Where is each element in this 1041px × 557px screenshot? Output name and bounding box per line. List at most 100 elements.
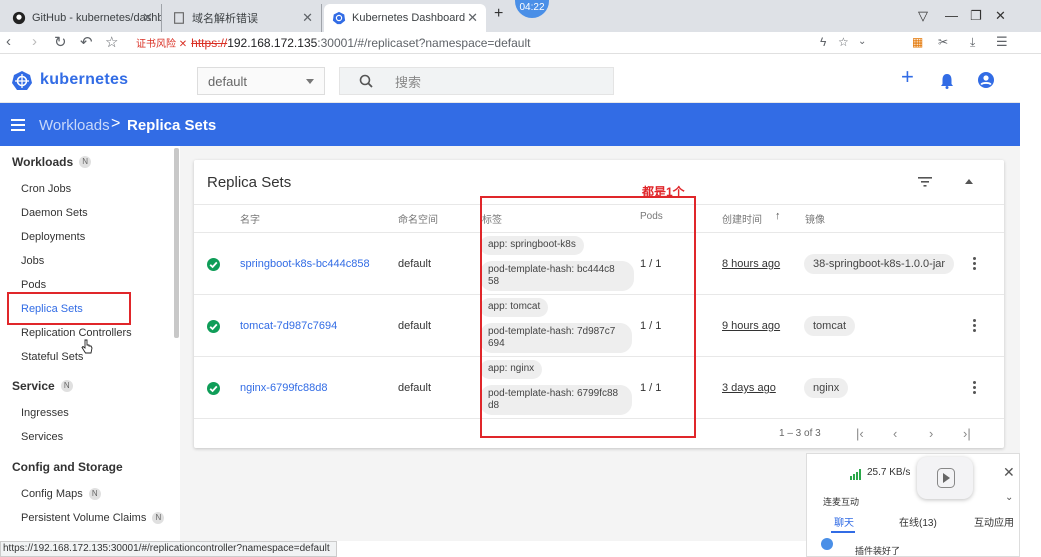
sidebar-section-workloads[interactable]: Workloads N [12, 155, 92, 169]
search-placeholder: 搜索 [395, 74, 422, 90]
forward-icon[interactable]: › [32, 33, 37, 50]
account-icon[interactable] [978, 72, 994, 88]
column-header-name[interactable]: 名字 [240, 211, 260, 226]
close-icon[interactable]: ✕ [1003, 464, 1015, 481]
sidebar-section-config-storage[interactable]: Config and Storage [12, 460, 123, 474]
cert-warning[interactable]: 证书风险 ✕ [136, 35, 187, 50]
download-icon[interactable]: ⤓ [970, 35, 975, 50]
menu-icon[interactable]: ☰ [996, 34, 1008, 50]
namespace-select[interactable]: default [197, 67, 325, 95]
sidebar-item-config-maps[interactable]: Config Maps N [21, 488, 101, 500]
add-icon[interactable]: + [901, 66, 914, 88]
sidebar-item-services[interactable]: Services [21, 431, 63, 443]
network-speed: 25.7 KB/s [867, 467, 911, 478]
restore-icon[interactable]: ❐ [970, 8, 982, 24]
close-icon[interactable]: ✕ [467, 10, 478, 26]
bookmark-star-icon[interactable]: ☆ [838, 35, 849, 49]
replicaset-name-link[interactable]: springboot-k8s-bc444c858 [240, 258, 370, 270]
status-ok-icon [207, 382, 220, 395]
created-time: 3 days ago [722, 382, 776, 394]
replicaset-namespace: default [398, 320, 432, 332]
breadcrumb-workloads[interactable]: Workloads [39, 117, 110, 134]
tab-online[interactable]: 在线(13) [899, 514, 937, 529]
more-actions-icon[interactable] [973, 257, 977, 272]
sidebar-item-pods[interactable]: Pods [21, 279, 46, 291]
browser-tab-dns[interactable]: 域名解析错误 ✕ [164, 4, 322, 32]
replicaset-name-link[interactable]: nginx-6799fc88d8 [240, 382, 327, 394]
first-page-icon[interactable]: |‹ [856, 426, 864, 441]
lightning-icon[interactable]: ϟ [820, 35, 826, 49]
browser-tab-dashboard[interactable]: Kubernetes Dashboard ✕ [324, 4, 486, 32]
new-badge: N [60, 380, 73, 392]
column-header-images[interactable]: 镜像 [805, 211, 825, 226]
url-input[interactable]: 证书风险 ✕ https:// 192.168.172.135 :30001/#… [136, 32, 876, 53]
extension-icon[interactable]: ▦ [912, 35, 923, 49]
bell-icon[interactable] [940, 73, 954, 89]
sidebar-section-service[interactable]: Service N [12, 379, 73, 393]
sort-arrow-icon[interactable]: ↑ [775, 210, 781, 222]
pagination-range: 1 – 3 of 3 [779, 428, 821, 439]
sidebar-scrollbar[interactable] [174, 148, 179, 338]
sidebar-item-jobs[interactable]: Jobs [21, 255, 44, 267]
close-icon[interactable]: ✕ [302, 10, 313, 26]
tab-apps[interactable]: 互动应用 [974, 514, 1014, 529]
scissors-icon[interactable]: ✂ [938, 35, 948, 49]
sidebar-item-pvc[interactable]: Persistent Volume Claims N [21, 512, 165, 524]
github-icon [12, 11, 26, 25]
replica-sets-highlight-box [7, 292, 131, 325]
browser-tab-github[interactable]: GitHub - kubernetes/dashb ✕ [4, 4, 162, 32]
signal-bars-icon [850, 469, 861, 480]
new-badge: N [88, 488, 101, 500]
logo-text[interactable]: kubernetes [40, 71, 128, 89]
status-ok-icon [207, 320, 220, 333]
tab-chat[interactable]: 聊天 [834, 514, 854, 529]
chat-message: 插件装好了 [855, 546, 901, 556]
sidebar-item-replication-controllers[interactable]: Replication Controllers [21, 327, 132, 339]
play-button[interactable] [917, 457, 973, 499]
clock-badge: 04:22 [515, 0, 549, 18]
breadcrumb-bar: Workloads > Replica Sets [0, 103, 1020, 146]
sidebar-item-ingresses[interactable]: Ingresses [21, 407, 69, 419]
star-icon[interactable]: ☆ [105, 33, 118, 51]
column-header-created[interactable]: 创建时间 [722, 211, 762, 226]
status-ok-icon [207, 258, 220, 271]
undo-icon[interactable]: ↶ [80, 33, 93, 51]
app-header: kubernetes default 搜索 + [0, 55, 1020, 103]
new-tab-icon[interactable]: + [494, 5, 503, 23]
replicaset-namespace: default [398, 258, 432, 270]
image-chip: 38-springboot-k8s-1.0.0-jar [804, 254, 955, 274]
close-icon[interactable]: ✕ [142, 10, 153, 26]
back-icon[interactable]: ‹ [6, 33, 11, 50]
address-bar: ‹ › ↻ ↶ ☆ 证书风险 ✕ https:// 192.168.172.13… [0, 32, 1041, 81]
sidebar-item-stateful-sets[interactable]: Stateful Sets [21, 351, 83, 363]
sidebar-item-deployments[interactable]: Deployments [21, 231, 85, 243]
minimize-icon[interactable]: — [945, 8, 958, 23]
hamburger-menu-icon[interactable] [11, 119, 25, 131]
sidebar-item-cron-jobs[interactable]: Cron Jobs [21, 183, 71, 195]
replicaset-namespace: default [398, 382, 432, 394]
next-page-icon[interactable]: › [929, 426, 933, 441]
hand-cursor-icon [81, 339, 93, 354]
page-icon [174, 12, 184, 24]
reload-icon[interactable]: ↻ [54, 33, 67, 51]
sidebar: Workloads N Cron Jobs Daemon Sets Deploym… [0, 146, 180, 541]
search-input[interactable]: 搜索 [339, 67, 614, 95]
last-page-icon[interactable]: ›| [963, 426, 971, 441]
kubernetes-logo-icon[interactable] [11, 70, 33, 92]
close-window-icon[interactable]: ✕ [995, 8, 1006, 24]
chevron-down-icon[interactable]: ⌄ [858, 36, 866, 47]
live-interact-label[interactable]: 连麦互动 [823, 495, 859, 508]
more-actions-icon[interactable] [973, 381, 977, 396]
column-header-namespace[interactable]: 命名空间 [398, 211, 438, 226]
collapse-icon[interactable] [965, 179, 973, 184]
sidebar-item-daemon-sets[interactable]: Daemon Sets [21, 207, 88, 219]
filter-icon[interactable] [918, 177, 932, 187]
shirt-icon[interactable]: ▽ [918, 8, 928, 24]
replicaset-name-link[interactable]: tomcat-7d987c7694 [240, 320, 337, 332]
tab-title: 域名解析错误 [192, 13, 258, 25]
chat-tabs: 聊天 在线(13) 互动应用 [807, 514, 1021, 532]
chevron-down-icon[interactable]: ⌄ [1005, 492, 1013, 503]
play-icon [937, 468, 955, 488]
prev-page-icon[interactable]: ‹ [893, 426, 897, 441]
more-actions-icon[interactable] [973, 319, 977, 334]
